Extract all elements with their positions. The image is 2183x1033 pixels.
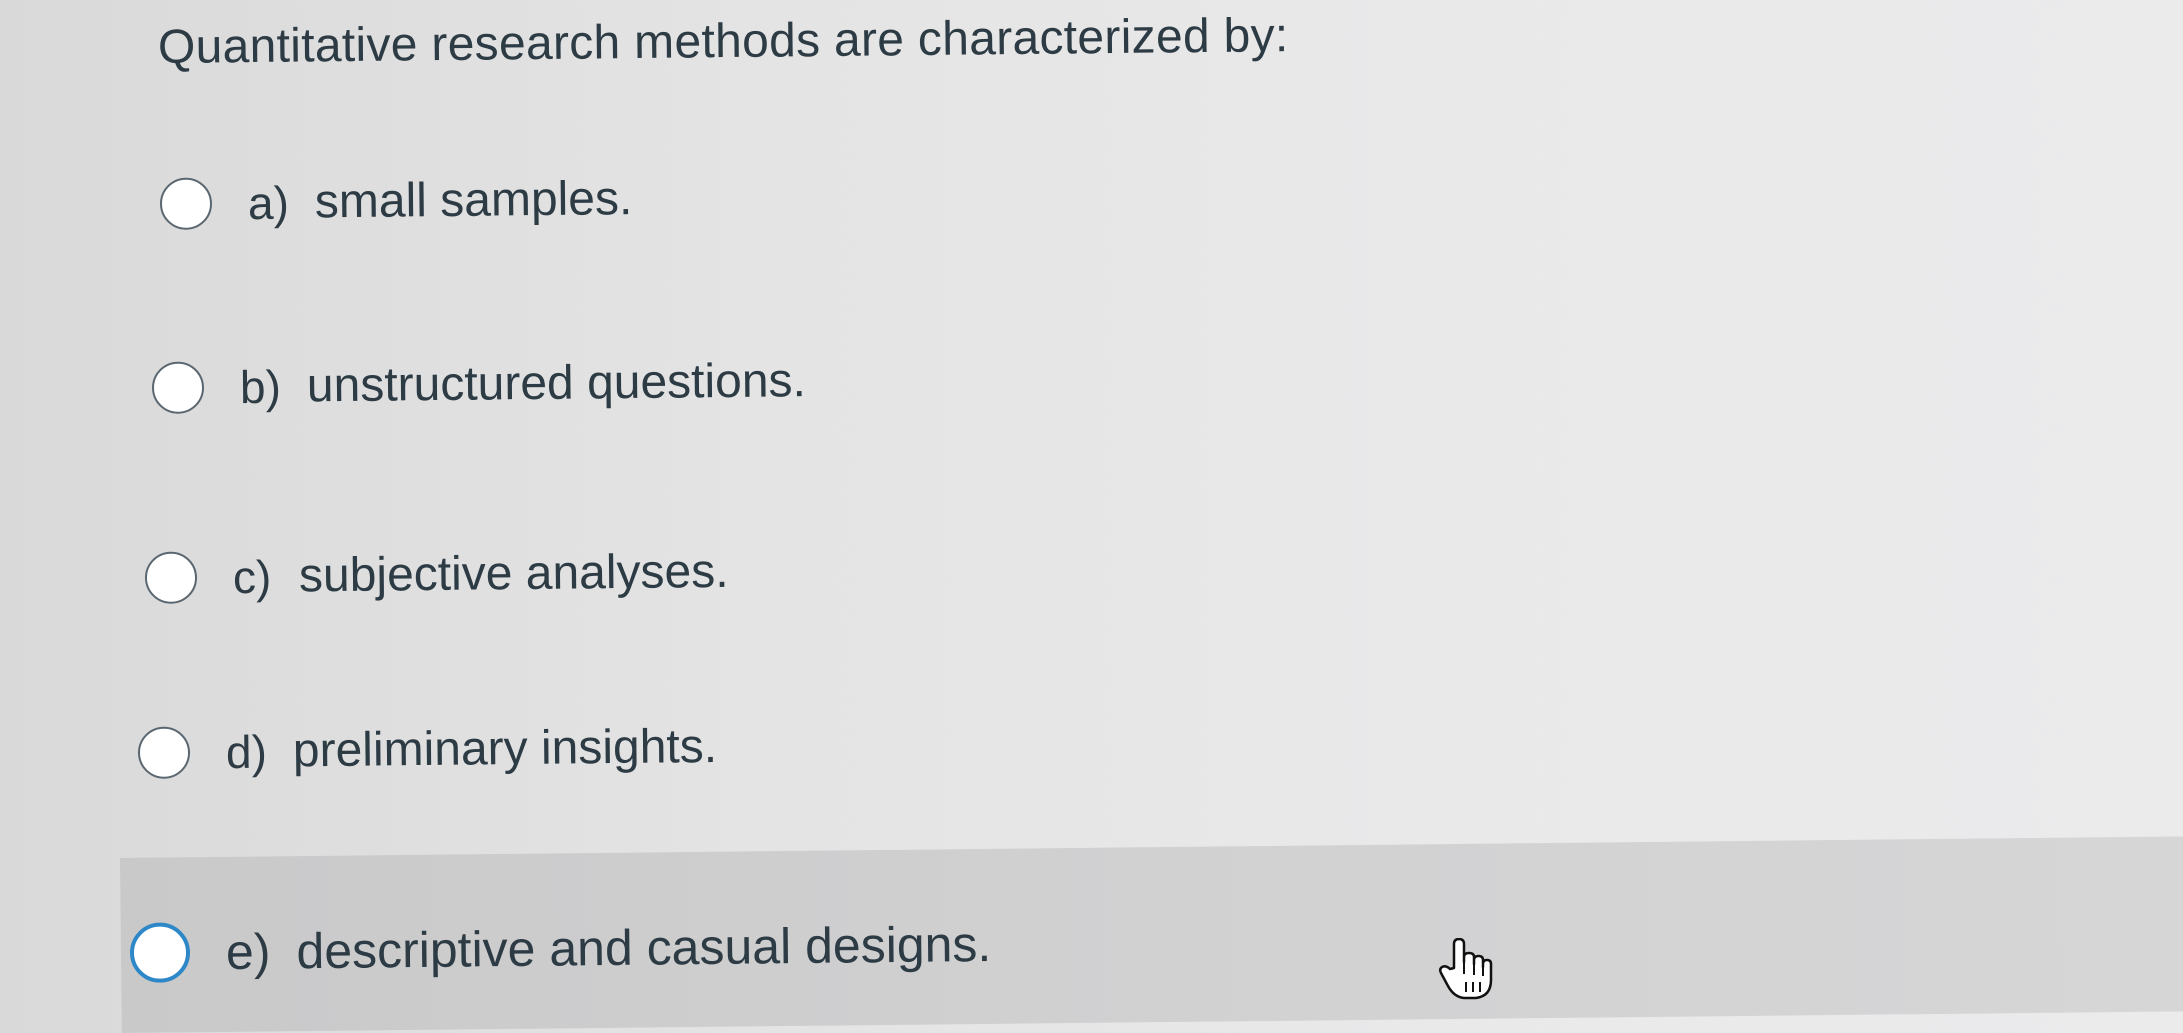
answer-letter: c): [232, 550, 272, 603]
answer-text[interactable]: preliminary insights.: [293, 719, 718, 778]
radio-button-d[interactable]: [137, 725, 191, 779]
answer-text[interactable]: subjective analyses.: [299, 544, 729, 603]
radio-button-b[interactable]: [151, 360, 205, 414]
answer-option-a[interactable]: a) small samples.: [159, 171, 633, 231]
answer-letter: b): [239, 360, 282, 413]
answer-option-d[interactable]: d) preliminary insights.: [137, 719, 718, 780]
radio-button-c[interactable]: [144, 550, 198, 604]
answer-list: a) small samples. b) unstructured questi…: [0, 0, 2183, 1027]
answer-option-c[interactable]: c) subjective analyses.: [144, 544, 729, 605]
radio-button-a[interactable]: [159, 176, 213, 230]
answer-letter: a): [247, 176, 290, 229]
answer-option-e[interactable]: e) descriptive and casual designs.: [129, 914, 992, 983]
radio-button-e[interactable]: [129, 922, 191, 983]
hand-pointer-icon: [1438, 937, 1494, 1000]
answer-option-b[interactable]: b) unstructured questions.: [151, 353, 807, 415]
answer-letter: d): [225, 725, 268, 778]
answer-text[interactable]: small samples.: [315, 171, 633, 229]
answer-letter: e): [225, 923, 271, 980]
answer-text[interactable]: descriptive and casual designs.: [296, 915, 991, 980]
answer-text[interactable]: unstructured questions.: [307, 353, 807, 413]
